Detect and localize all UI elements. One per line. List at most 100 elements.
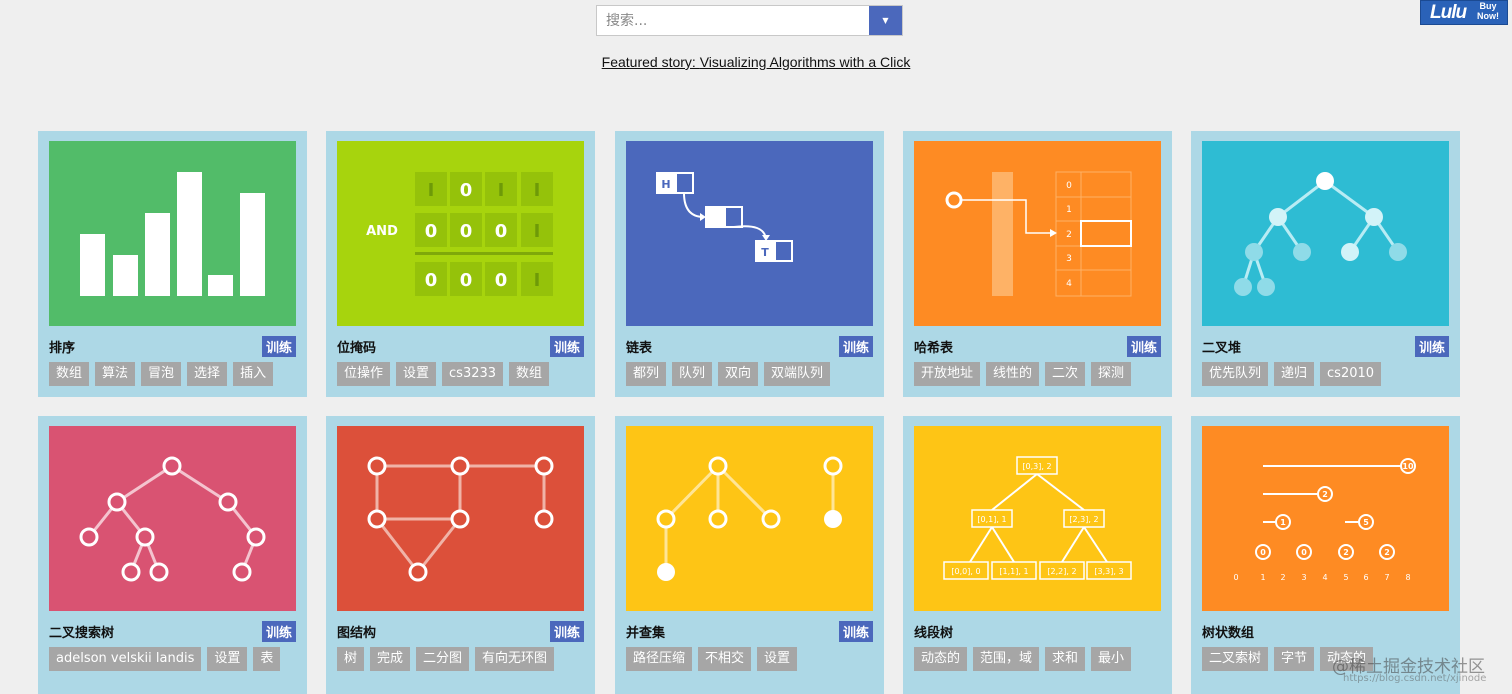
tag[interactable]: 最小	[1091, 647, 1132, 671]
tag[interactable]: 双端队列	[764, 362, 831, 386]
svg-text:I: I	[534, 221, 541, 242]
svg-text:0: 0	[460, 180, 473, 201]
tag-list: 都列 队列 双向 双端队列	[626, 362, 831, 386]
svg-text:10: 10	[1402, 462, 1414, 471]
tag[interactable]: 表	[253, 647, 281, 671]
binary-heap-thumbnail[interactable]	[1202, 141, 1449, 326]
train-button[interactable]: 训练	[1414, 336, 1449, 357]
train-button[interactable]: 训练	[549, 336, 584, 357]
graph-thumbnail[interactable]	[337, 426, 584, 611]
svg-text:0: 0	[1260, 548, 1266, 557]
tag[interactable]: 路径压缩	[626, 647, 693, 671]
card-title[interactable]: 链表	[626, 337, 652, 356]
train-button[interactable]: 训练	[261, 621, 296, 642]
tag[interactable]: 插入	[233, 362, 274, 386]
train-button[interactable]: 训练	[838, 336, 873, 357]
tag[interactable]: cs3233	[442, 362, 504, 386]
tag[interactable]: 冒泡	[141, 362, 182, 386]
tag[interactable]: 动态的	[914, 647, 968, 671]
svg-text:0: 0	[425, 221, 438, 242]
tag[interactable]: cs2010	[1320, 362, 1382, 386]
graph-icon	[337, 426, 584, 611]
card-title[interactable]: 位掩码	[337, 337, 376, 356]
bitmask-thumbnail[interactable]: AND I 0 I I 0 0 0 I 0 0 0 I	[337, 141, 584, 326]
card-title[interactable]: 线段树	[914, 622, 953, 641]
tag[interactable]: 位操作	[337, 362, 391, 386]
card-graph[interactable]: 图结构 训练 树 完成 二分图 有向无环图	[326, 416, 595, 694]
svg-text:3: 3	[1066, 254, 1072, 264]
train-button[interactable]: 训练	[838, 621, 873, 642]
train-button[interactable]: 训练	[549, 621, 584, 642]
tag[interactable]: 不相交	[698, 647, 752, 671]
sorting-thumbnail[interactable]	[49, 141, 296, 326]
svg-text:I: I	[534, 270, 541, 291]
tag-list: 路径压缩 不相交 设置	[626, 647, 798, 671]
train-button[interactable]: 训练	[261, 336, 296, 357]
tag[interactable]: 二分图	[416, 647, 470, 671]
tag[interactable]: 设置	[207, 647, 248, 671]
tag[interactable]: 开放地址	[914, 362, 981, 386]
featured-story-link[interactable]: Featured story: Visualizing Algorithms w…	[602, 54, 911, 70]
card-linked-list[interactable]: H T 链表 训练 都列 队列 双向 双端队列	[615, 131, 884, 397]
tag[interactable]: 设置	[396, 362, 437, 386]
card-title[interactable]: 二叉堆	[1202, 337, 1241, 356]
bst-tree-icon	[49, 426, 296, 611]
train-button[interactable]: 训练	[1126, 336, 1161, 357]
tag[interactable]: adelson velskii landis	[49, 647, 202, 671]
card-title[interactable]: 排序	[49, 337, 75, 356]
tag[interactable]: 优先队列	[1202, 362, 1269, 386]
featured-prefix: Featured story:	[601, 54, 700, 70]
search-dropdown-button[interactable]: ▼	[869, 6, 902, 35]
tag[interactable]: 都列	[626, 362, 667, 386]
card-binary-heap[interactable]: 二叉堆 训练 优先队列 递归 cs2010	[1191, 131, 1460, 397]
card-union-find[interactable]: 并查集 训练 路径压缩 不相交 设置	[615, 416, 884, 694]
linked-list-thumbnail[interactable]: H T	[626, 141, 873, 326]
hash-table-thumbnail[interactable]: 0 1 2 3 4	[914, 141, 1161, 326]
card-title[interactable]: 二叉搜索树	[49, 622, 114, 641]
tag[interactable]: 求和	[1045, 647, 1086, 671]
union-find-thumbnail[interactable]	[626, 426, 873, 611]
tag[interactable]: 数组	[509, 362, 550, 386]
tag[interactable]: 设置	[757, 647, 798, 671]
tag[interactable]: 字节	[1274, 647, 1315, 671]
tag[interactable]: 二次	[1045, 362, 1086, 386]
bst-thumbnail[interactable]	[49, 426, 296, 611]
card-title[interactable]: 图结构	[337, 622, 376, 641]
tag[interactable]: 完成	[370, 647, 411, 671]
svg-text:[2,3], 2: [2,3], 2	[1069, 515, 1098, 524]
segment-tree-thumbnail[interactable]: [0,3], 2 [0,1], 1 [2,3], 2 [0,0], 0 [1,1…	[914, 426, 1161, 611]
tag[interactable]: 递归	[1274, 362, 1315, 386]
tag[interactable]: 数组	[49, 362, 90, 386]
tag[interactable]: 算法	[95, 362, 136, 386]
tag-list: 动态的 范围，域 求和 最小	[914, 647, 1132, 671]
card-title[interactable]: 并查集	[626, 622, 665, 641]
tag[interactable]: 线性的	[986, 362, 1040, 386]
tag[interactable]: 双向	[718, 362, 759, 386]
tag[interactable]: 选择	[187, 362, 228, 386]
featured-story: Featured story: Visualizing Algorithms w…	[0, 54, 1512, 70]
card-title[interactable]: 树状数组	[1202, 622, 1254, 641]
card-hash-table[interactable]: 0 1 2 3 4 哈希表 训练 开放地址 线性的 二次 探测	[903, 131, 1172, 397]
card-bst[interactable]: 二叉搜索树 训练 adelson velskii landis 设置 表	[38, 416, 307, 694]
card-bitmask[interactable]: AND I 0 I I 0 0 0 I 0 0 0 I 位掩码 训练 位操作 设…	[326, 131, 595, 397]
svg-text:T: T	[761, 246, 769, 259]
tag[interactable]: 树	[337, 647, 365, 671]
tag[interactable]: 二叉索树	[1202, 647, 1269, 671]
tag[interactable]: 范围，域	[973, 647, 1040, 671]
card-sorting[interactable]: 排序 训练 数组 算法 冒泡 选择 插入	[38, 131, 307, 397]
svg-text:4: 4	[1066, 279, 1072, 289]
fenwick-tree-thumbnail[interactable]: 10 2 1 5 0 0 2 2 0 1 2 3 4 5 6 7 8	[1202, 426, 1449, 611]
lulu-buy-now-ad[interactable]: Lulu Buy Now!	[1420, 0, 1508, 25]
svg-text:0: 0	[495, 221, 508, 242]
svg-text:1: 1	[1280, 518, 1286, 527]
card-segment-tree[interactable]: [0,3], 2 [0,1], 1 [2,3], 2 [0,0], 0 [1,1…	[903, 416, 1172, 694]
svg-text:2: 2	[1280, 573, 1285, 582]
card-title[interactable]: 哈希表	[914, 337, 953, 356]
tag[interactable]: 探测	[1091, 362, 1132, 386]
search-input[interactable]	[597, 6, 869, 35]
svg-text:2: 2	[1343, 548, 1349, 557]
union-find-icon	[626, 426, 873, 611]
tag-list: 数组 算法 冒泡 选择 插入	[49, 362, 274, 386]
tag[interactable]: 有向无环图	[475, 647, 555, 671]
tag[interactable]: 队列	[672, 362, 713, 386]
